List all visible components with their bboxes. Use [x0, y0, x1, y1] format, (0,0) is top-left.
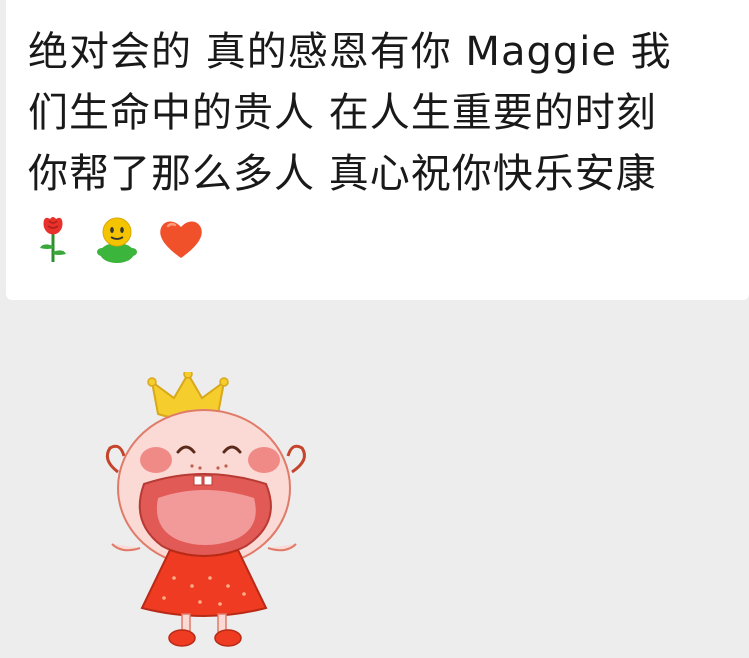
smiley-icon: [92, 214, 142, 264]
heart-icon: [156, 214, 206, 264]
princess-sticker[interactable]: [96, 369, 324, 652]
rose-icon: [28, 214, 78, 264]
message-line-2: 们生命中的贵人 在人生重要的时刻: [28, 90, 657, 136]
emoji-row: [28, 211, 735, 267]
chat-area: 绝对会的 真的感恩有你 Maggie 我 们生命中的贵人 在人生重要的时刻 你帮…: [0, 0, 749, 658]
message-bubble[interactable]: 绝对会的 真的感恩有你 Maggie 我 们生命中的贵人 在人生重要的时刻 你帮…: [6, 0, 749, 300]
message-line-1: 绝对会的 真的感恩有你 Maggie 我: [28, 29, 672, 75]
message-line-3: 你帮了那么多人 真心祝你快乐安康: [28, 151, 657, 197]
